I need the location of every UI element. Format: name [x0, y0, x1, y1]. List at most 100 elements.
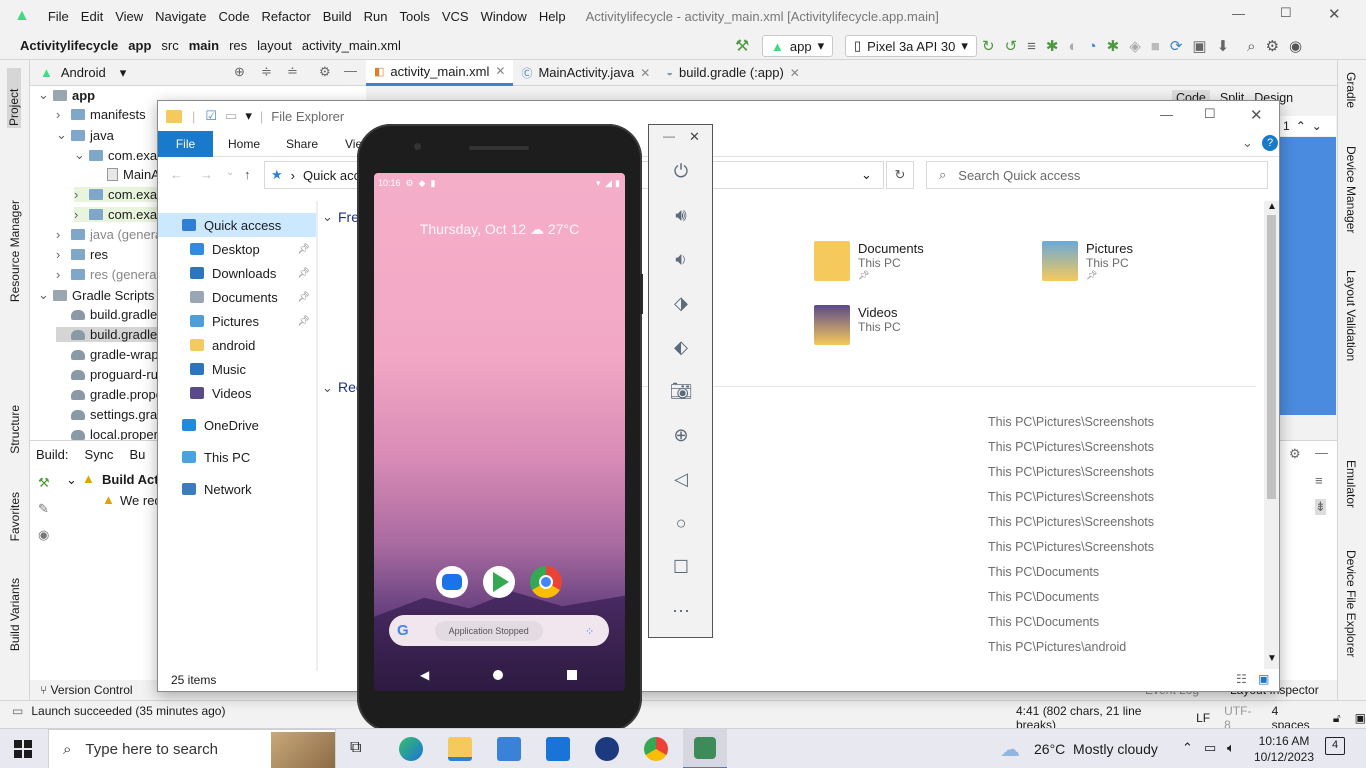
- hide-icon[interactable]: —: [344, 63, 357, 78]
- nav-overview-icon[interactable]: [567, 670, 577, 680]
- menu-item-navigate[interactable]: Navigate: [155, 9, 206, 24]
- chrome-app-icon[interactable]: [530, 566, 562, 598]
- maximize-icon[interactable]: ☐: [1280, 5, 1292, 21]
- project-tree-item[interactable]: ⌄ java: [56, 127, 114, 143]
- edge-app-icon[interactable]: [399, 737, 423, 761]
- tree-chevron-icon[interactable]: ›: [56, 227, 66, 242]
- apply-changes-icon[interactable]: ↻: [982, 37, 995, 55]
- zoom-icon[interactable]: ⊕: [663, 420, 699, 450]
- taskbar-time[interactable]: 10:16 AM: [1256, 734, 1312, 748]
- volume-down-icon[interactable]: 🔉︎: [663, 244, 699, 274]
- line-separator[interactable]: LF: [1196, 711, 1210, 725]
- menu-item-refactor[interactable]: Refactor: [262, 9, 311, 24]
- store-app-icon[interactable]: [497, 737, 521, 761]
- play-store-app-icon[interactable]: [483, 566, 515, 598]
- breadcrumb-item[interactable]: src: [161, 38, 178, 53]
- nav-back-icon[interactable]: ◀: [420, 668, 429, 682]
- chevron-down-icon[interactable]: ⌄: [66, 472, 77, 488]
- project-tree-item[interactable]: ⌄ Gradle Scripts: [38, 287, 154, 303]
- collapse-all-icon[interactable]: ≑: [261, 64, 272, 80]
- project-tree-item[interactable]: build.gradle: [56, 307, 157, 322]
- weather-text[interactable]: 26°C Mostly cloudy: [1034, 741, 1158, 757]
- settings-icon[interactable]: ⚙: [1266, 37, 1279, 55]
- project-tree-item[interactable]: gradle-wrapp: [56, 347, 166, 362]
- assistant-icon[interactable]: ⁘: [585, 625, 594, 638]
- breadcrumb-item[interactable]: res: [229, 38, 247, 53]
- breadcrumb-item[interactable]: Activitylifecycle: [20, 38, 118, 53]
- more-icon[interactable]: ⋯: [663, 596, 699, 626]
- minimize-icon[interactable]: —: [663, 129, 675, 143]
- ribbon-tab-home[interactable]: Home: [228, 137, 260, 151]
- chevron-up-icon[interactable]: ⌃: [1296, 119, 1306, 133]
- hammer-icon[interactable]: ⚒: [735, 36, 749, 56]
- rotate-left-icon[interactable]: ⬗: [663, 288, 699, 318]
- date-weather-widget[interactable]: Thursday, Oct 12 ☁ 27°C: [374, 221, 625, 238]
- mail-app-icon[interactable]: [546, 737, 570, 761]
- nav-item-pictures[interactable]: Pictures 📌︎: [158, 309, 316, 333]
- soft-wrap-icon[interactable]: ≡: [1315, 473, 1323, 488]
- tool-window-resource-manager[interactable]: Resource Manager: [8, 200, 22, 302]
- run-config-select[interactable]: ▲ app ▾: [762, 35, 834, 57]
- tool-window-emulator[interactable]: Emulator: [1344, 460, 1358, 508]
- close-icon[interactable]: ✕: [1328, 5, 1341, 23]
- pin-icon[interactable]: ✎: [38, 501, 49, 517]
- project-tree-item[interactable]: settings.grad: [56, 407, 164, 422]
- project-tree-item[interactable]: › java (genera: [56, 227, 162, 242]
- tree-chevron-icon[interactable]: ⌄: [38, 287, 49, 303]
- scroll-down-icon[interactable]: ▼: [1267, 653, 1277, 664]
- attach-icon[interactable]: ◐: [1069, 38, 1078, 55]
- debug-icon[interactable]: ✱: [1046, 37, 1059, 55]
- close-tab-icon[interactable]: ✕: [495, 64, 505, 78]
- project-view-select[interactable]: Android: [61, 65, 106, 80]
- tool-window-gradle[interactable]: Gradle: [1344, 72, 1358, 108]
- properties-icon[interactable]: ☑: [205, 108, 217, 124]
- tree-chevron-icon[interactable]: ⌄: [38, 87, 49, 103]
- breadcrumb-item[interactable]: layout: [257, 38, 292, 53]
- hammer-icon[interactable]: ⚒: [38, 475, 50, 491]
- ribbon-tab-share[interactable]: Share: [286, 137, 318, 151]
- avd-manager-icon[interactable]: ▣: [1192, 37, 1206, 55]
- recent-file-location[interactable]: This PC\Pictures\Screenshots: [988, 440, 1154, 454]
- project-tree-item[interactable]: ⌄ com.exar: [74, 147, 161, 163]
- details-view-icon[interactable]: ☷: [1236, 672, 1247, 686]
- emulator-screen[interactable]: 10:16 ⚙ ◆ ▮ ▾ ◢ ▮ Thursday, Oct 12 ☁ 27°…: [374, 173, 625, 691]
- search-box[interactable]: ⌕ Search Quick access: [926, 161, 1268, 189]
- lock-icon[interactable]: 🔓︎: [1333, 711, 1341, 726]
- nav-item-android[interactable]: android: [158, 333, 316, 357]
- panel-toggle-icon[interactable]: ▭: [12, 704, 23, 718]
- close-icon[interactable]: ✕: [1250, 106, 1263, 124]
- gear-icon[interactable]: ⚙: [1289, 446, 1301, 462]
- messages-app-icon[interactable]: [436, 566, 468, 598]
- menu-item-window[interactable]: Window: [481, 9, 527, 24]
- expand-all-icon[interactable]: ≐: [287, 64, 298, 80]
- chevron-down-icon[interactable]: ⌄: [1312, 119, 1322, 133]
- bug-icon[interactable]: ✱: [1107, 37, 1120, 55]
- frequent-folder-tile[interactable]: Videos This PC: [814, 305, 901, 345]
- recent-file-location[interactable]: This PC\Pictures\android: [988, 640, 1126, 654]
- tool-window-favorites[interactable]: Favorites: [8, 492, 22, 541]
- locate-icon[interactable]: ⊕: [234, 64, 245, 80]
- close-tab-icon[interactable]: ✕: [640, 66, 650, 80]
- frequent-folder-tile[interactable]: Pictures This PC 📌︎: [1042, 241, 1133, 281]
- help-icon[interactable]: ?: [1262, 135, 1278, 151]
- maximize-icon[interactable]: ☐: [1204, 106, 1216, 122]
- expand-ribbon-icon[interactable]: ⌄: [1242, 135, 1253, 151]
- tool-window-device-manager[interactable]: Device Manager: [1344, 146, 1358, 233]
- tab-main-activity[interactable]: Ⓒ MainActivity.java ✕: [513, 60, 658, 86]
- menu-item-view[interactable]: View: [115, 9, 143, 24]
- nav-item-downloads[interactable]: Downloads 📌︎: [158, 261, 316, 285]
- menu-item-build[interactable]: Build: [323, 9, 352, 24]
- chevron-down-icon[interactable]: ⌄: [322, 209, 333, 225]
- profile-icon[interactable]: ◔: [1088, 38, 1097, 55]
- tool-window-layout-validation[interactable]: Layout Validation: [1344, 270, 1358, 361]
- chevron-down-icon[interactable]: ⌄: [861, 167, 872, 183]
- menu-item-run[interactable]: Run: [364, 9, 388, 24]
- camera-icon[interactable]: 📷︎: [663, 376, 699, 406]
- rotate-right-icon[interactable]: ⬖: [663, 332, 699, 362]
- network-icon[interactable]: ▭: [1204, 740, 1216, 756]
- menu-item-vcs[interactable]: VCS: [442, 9, 469, 24]
- overview-icon[interactable]: ☐: [663, 552, 699, 582]
- menu-item-file[interactable]: File: [48, 9, 69, 24]
- power-icon[interactable]: ⏻: [663, 156, 699, 186]
- word-app-icon[interactable]: [595, 737, 619, 761]
